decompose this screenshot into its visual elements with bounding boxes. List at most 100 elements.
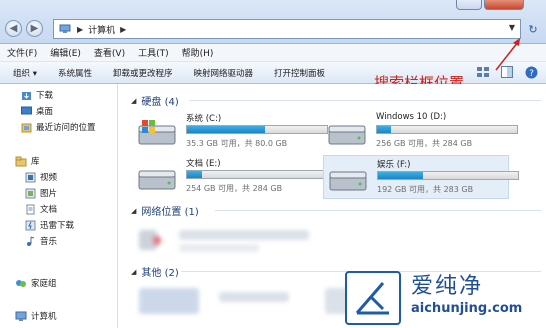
other-item-blurred [219,292,289,302]
other-item-blurred[interactable] [139,288,199,314]
collapse-triangle-icon[interactable]: ◢ [131,268,136,276]
drive-usage-bar [186,170,328,179]
drive-name: Windows 10 (D:) [376,112,447,122]
toolbar-right: ? [466,65,538,79]
drive-name: 系统 (C:) [186,114,222,124]
windows-drive-icon [135,116,179,148]
system-properties-button[interactable]: 系统属性 [58,67,92,79]
group-network-locations[interactable]: ◢ 网络位置 (1) [131,203,199,219]
refresh-button[interactable]: ↻ [525,21,541,37]
homegroup-icon [15,278,27,289]
drive-usage-fill [377,126,391,133]
nav-item-homegroup[interactable]: 家庭组 [15,277,57,289]
drive-usage-fill [187,171,203,178]
minimize-button[interactable] [456,0,482,10]
nav-item-label: 视频 [40,173,58,183]
back-button[interactable]: ◀ [5,20,22,37]
network-item-blurred[interactable] [179,230,309,240]
picture-library-icon [24,188,36,199]
group-divider [189,100,541,101]
menu-edit[interactable]: 编辑(E) [50,46,81,59]
watermark-url: aichunjing.com [411,301,523,316]
drive-capacity: 192 GB 可用，共 283 GB [377,185,474,194]
back-arrow-icon: ◀ [9,23,18,34]
window-controls [456,0,546,10]
computer-icon [58,23,72,35]
menu-tools[interactable]: 工具(T) [138,46,169,59]
command-bar: 组织 ▾ 系统属性 卸载或更改程序 映射网络驱动器 打开控制面板 ? [0,62,546,84]
collapse-triangle-icon[interactable]: ◢ [131,207,136,215]
collapse-triangle-icon[interactable]: ◢ [131,97,136,105]
svg-text:?: ? [529,69,534,79]
nav-item-downloads[interactable]: 下载 [20,89,53,101]
menu-view[interactable]: 查看(V) [94,46,125,59]
group-label: 其他 (2) [141,268,179,279]
nav-item-label: 桌面 [36,107,54,117]
nav-item-label: 文档 [40,205,58,215]
drive-e[interactable]: 文档 (E:) 254 GB 可用，共 284 GB [133,155,328,199]
drive-f[interactable]: 娱乐 (F:) 192 GB 可用，共 283 GB [323,155,519,199]
drive-capacity: 256 GB 可用，共 284 GB [376,139,473,148]
organize-button[interactable]: 组织 ▾ [13,67,37,79]
help-icon[interactable]: ? [524,65,538,79]
nav-item-libraries[interactable]: 库 [15,155,40,167]
drive-usage-bar [377,171,519,180]
drive-usage-bar [186,125,328,134]
menu-bar: 文件(F) 编辑(E) 查看(V) 工具(T) 帮助(H) [0,44,546,62]
watermark-title: 爱纯净 [411,274,484,299]
drive-d[interactable]: Windows 10 (D:) 256 GB 可用，共 284 GB [323,110,518,154]
menu-help[interactable]: 帮助(H) [182,46,214,59]
open-control-panel-button[interactable]: 打开控制面板 [274,67,325,79]
breadcrumb-arrow-icon[interactable]: ▶ [77,25,83,34]
document-library-icon [24,204,36,215]
nav-item-label: 家庭组 [31,279,57,289]
recent-places-icon [20,122,32,133]
breadcrumb-arrow-icon[interactable]: ▶ [120,25,126,34]
nav-item-documents[interactable]: 文档 [24,203,57,215]
watermark-logo [345,271,401,325]
view-options-icon[interactable] [476,65,490,79]
desktop-icon [20,106,32,117]
group-label: 硬盘 (4) [141,97,179,108]
title-bar: ◀ ▶ ▶ 计算机 ▶ ▼ ↻ [0,0,546,44]
group-hard-drives[interactable]: ◢ 硬盘 (4) [131,93,179,109]
uninstall-program-button[interactable]: 卸载或更改程序 [113,67,173,79]
drive-usage-bar [376,125,518,134]
group-label: 网络位置 (1) [141,207,199,218]
close-button[interactable] [484,0,524,10]
preview-pane-icon[interactable] [500,65,514,79]
nav-item-music[interactable]: 音乐 [24,235,57,247]
menu-file[interactable]: 文件(F) [7,46,37,59]
group-other[interactable]: ◢ 其他 (2) [131,264,179,280]
address-dropdown-icon[interactable]: ▼ [509,23,515,32]
nav-item-desktop[interactable]: 桌面 [20,105,53,117]
nav-item-label: 库 [31,157,40,167]
sidebar-scrollbar[interactable] [114,84,118,254]
nav-item-videos[interactable]: 视频 [24,171,57,183]
address-bar[interactable]: ▶ 计算机 ▶ ▼ [53,19,521,39]
refresh-icon: ↻ [528,22,538,36]
drive-c[interactable]: 系统 (C:) 35.3 GB 可用，共 80.0 GB [133,110,328,154]
network-item-blurred [179,244,259,252]
map-network-drive-button[interactable]: 映射网络驱动器 [194,67,254,79]
nav-item-pictures[interactable]: 图片 [24,187,57,199]
drive-name: 文档 (E:) [186,159,221,169]
computer-icon [15,311,27,322]
breadcrumb-computer[interactable]: 计算机 [88,23,115,36]
nav-item-thunder-downloads[interactable]: 迅雷下载 [24,219,74,231]
library-icon [15,156,27,167]
nav-item-recent[interactable]: 最近访问的位置 [20,121,96,133]
forward-button[interactable]: ▶ [26,20,43,37]
nav-item-label: 迅雷下载 [40,221,75,231]
drive-capacity: 35.3 GB 可用，共 80.0 GB [186,139,288,148]
video-library-icon [24,172,36,183]
drive-name: 娱乐 (F:) [377,160,411,170]
thunder-download-icon [24,220,36,231]
hard-drive-icon [325,116,369,148]
drive-capacity: 254 GB 可用，共 284 GB [186,184,283,193]
nav-item-computer[interactable]: 计算机 [15,310,57,322]
nav-item-label: 计算机 [31,312,57,322]
music-library-icon [24,236,36,247]
download-folder-icon [20,90,32,101]
hard-drive-icon [326,162,370,194]
